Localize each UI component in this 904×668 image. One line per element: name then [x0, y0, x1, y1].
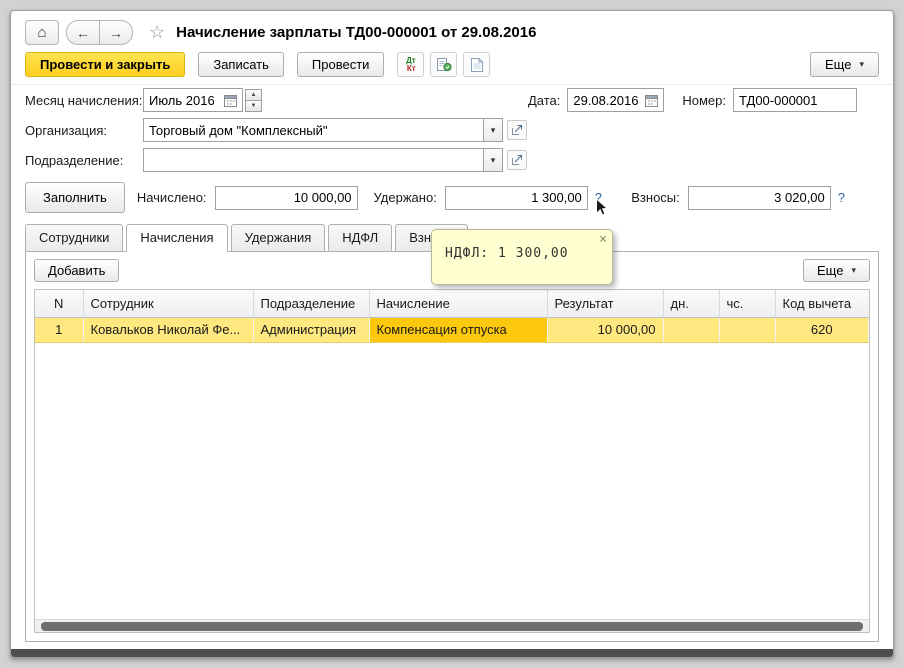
cell-hours[interactable] [719, 316, 776, 343]
add-row-button[interactable]: Добавить [34, 259, 120, 282]
home-button[interactable]: ⌂ [25, 20, 59, 45]
accrued-input[interactable]: 10 000,00 [214, 185, 358, 210]
calendar-icon [645, 94, 659, 107]
fill-button[interactable]: Заполнить [25, 182, 125, 213]
window-bottom-edge [11, 649, 893, 657]
document-icon [470, 57, 483, 72]
page-title: Начисление зарплаты ТД00-000001 от 29.08… [176, 24, 537, 41]
withheld-help-link[interactable]: ? [595, 190, 609, 216]
horizontal-scrollbar[interactable] [35, 619, 869, 632]
column-header-employee[interactable]: Сотрудник [83, 290, 254, 318]
cell-code[interactable]: 620 [775, 316, 869, 343]
tab-employees[interactable]: Сотрудники [25, 224, 124, 252]
toolbar: Провести и закрыть Записать Провести Дт … [11, 51, 893, 85]
cell-accrual[interactable]: Компенсация отпуска [369, 316, 548, 343]
cell-days[interactable] [663, 316, 720, 343]
tooltip-text: НДФЛ: 1 300,00 [445, 246, 569, 261]
toolbar-more-button[interactable]: Еще ▾ [810, 52, 879, 77]
history-nav: ← → [66, 20, 133, 45]
grid-more-button[interactable]: Еще ▾ [803, 259, 870, 282]
month-spinner: ▲ ▼ [245, 88, 262, 112]
organization-input[interactable]: Торговый дом "Комплексный" ▾ [143, 118, 503, 142]
withheld-label: Удержано: [373, 190, 437, 205]
column-header-days[interactable]: дн. [663, 290, 720, 318]
chevron-down-icon: ▾ [490, 124, 496, 135]
department-label: Подразделение: [25, 152, 124, 168]
accruals-panel: Добавить Еще ▾ N Сотрудник Подразделение [25, 251, 879, 642]
show-postings-button[interactable]: Дт Кт [397, 52, 425, 77]
cell-n[interactable]: 1 [35, 316, 84, 343]
tooltip-close-button[interactable]: × [599, 232, 607, 247]
grid-empty-area [35, 342, 869, 619]
department-input[interactable]: ▾ [143, 148, 503, 172]
department-open-button[interactable] [507, 150, 527, 170]
contributions-label: Взносы: [631, 190, 680, 205]
back-arrow-icon: ← [76, 24, 90, 41]
related-documents-button[interactable] [430, 52, 458, 77]
number-input[interactable]: ТД00-000001 [733, 88, 857, 112]
column-header-department[interactable]: Подразделение [253, 290, 370, 318]
post-button[interactable]: Провести [296, 52, 385, 77]
organization-row: Организация: Торговый дом "Комплексный" … [11, 115, 893, 145]
accruals-table: N Сотрудник Подразделение Начисление Рез… [35, 290, 869, 343]
home-icon: ⌂ [37, 24, 47, 41]
month-row: Месяц начисления: Июль 2016 ▲ ▼ Дата: 29… [11, 85, 893, 115]
table-row[interactable]: 1 Ковальков Николай Фе... Администрация … [35, 316, 869, 343]
month-label: Месяц начисления: [25, 92, 143, 108]
tab-deductions[interactable]: Удержания [230, 224, 326, 252]
post-and-close-button[interactable]: Провести и закрыть [25, 52, 186, 77]
favorite-star-icon[interactable]: ☆ [149, 22, 165, 43]
spin-down-button[interactable]: ▼ [245, 99, 262, 112]
withheld-input[interactable]: 1 300,00 [444, 185, 588, 210]
related-documents-icon [436, 58, 452, 72]
accruals-grid: N Сотрудник Подразделение Начисление Рез… [34, 289, 870, 633]
date-number-group: Дата: 29.08.2016 Номер: ТД00-000001 [528, 88, 879, 112]
month-input[interactable]: Июль 2016 [143, 88, 243, 112]
titlebar: ⌂ ← → ☆ Начисление зарплаты ТД00-000001 … [11, 11, 893, 51]
chevron-down-icon: ▾ [851, 265, 856, 275]
organization-open-button[interactable] [507, 120, 527, 140]
tab-ndfl[interactable]: НДФЛ [328, 224, 393, 252]
cell-department[interactable]: Администрация [253, 316, 370, 343]
scrollbar-thumb[interactable] [41, 621, 863, 631]
write-button[interactable]: Записать [198, 52, 284, 77]
cell-employee[interactable]: Ковальков Николай Фе... [83, 316, 254, 343]
organization-dropdown-button[interactable]: ▾ [483, 119, 502, 141]
ndfl-tooltip: НДФЛ: 1 300,00 × [431, 229, 613, 285]
department-row: Подразделение: ▾ [11, 145, 893, 175]
dtkt-icon: Дт Кт [406, 55, 416, 73]
calendar-icon [224, 94, 237, 107]
column-header-n[interactable]: N [35, 290, 84, 318]
open-link-icon [512, 155, 522, 165]
cell-result[interactable]: 10 000,00 [547, 316, 664, 343]
accrued-label: Начислено: [136, 190, 207, 205]
column-header-hours[interactable]: чс. [719, 290, 776, 318]
column-header-result[interactable]: Результат [547, 290, 664, 318]
department-dropdown-button[interactable]: ▾ [483, 149, 502, 171]
totals-row: Заполнить Начислено: 10 000,00 Удержано:… [11, 175, 893, 222]
tab-accruals[interactable]: Начисления [126, 224, 228, 252]
date-label: Дата: [527, 92, 561, 108]
open-link-icon [512, 125, 522, 135]
organization-label: Организация: [25, 122, 108, 138]
create-based-on-button[interactable] [463, 52, 491, 77]
column-header-code[interactable]: Код вычета [775, 290, 869, 318]
app-window: ⌂ ← → ☆ Начисление зарплаты ТД00-000001 … [10, 10, 894, 658]
column-header-accrual[interactable]: Начисление [369, 290, 548, 318]
chevron-down-icon: ▾ [859, 59, 864, 69]
table-header-row: N Сотрудник Подразделение Начисление Рез… [35, 290, 869, 318]
chevron-down-icon: ▾ [490, 154, 496, 165]
forward-arrow-icon: → [109, 24, 123, 41]
contributions-input[interactable]: 3 020,00 [687, 185, 831, 210]
date-input[interactable]: 29.08.2016 [567, 88, 665, 112]
forward-button[interactable]: → [99, 20, 133, 45]
back-button[interactable]: ← [66, 20, 100, 45]
contributions-help-link[interactable]: ? [838, 190, 845, 205]
toolbar-icon-group: Дт Кт [397, 52, 491, 77]
number-label: Номер: [682, 92, 726, 108]
